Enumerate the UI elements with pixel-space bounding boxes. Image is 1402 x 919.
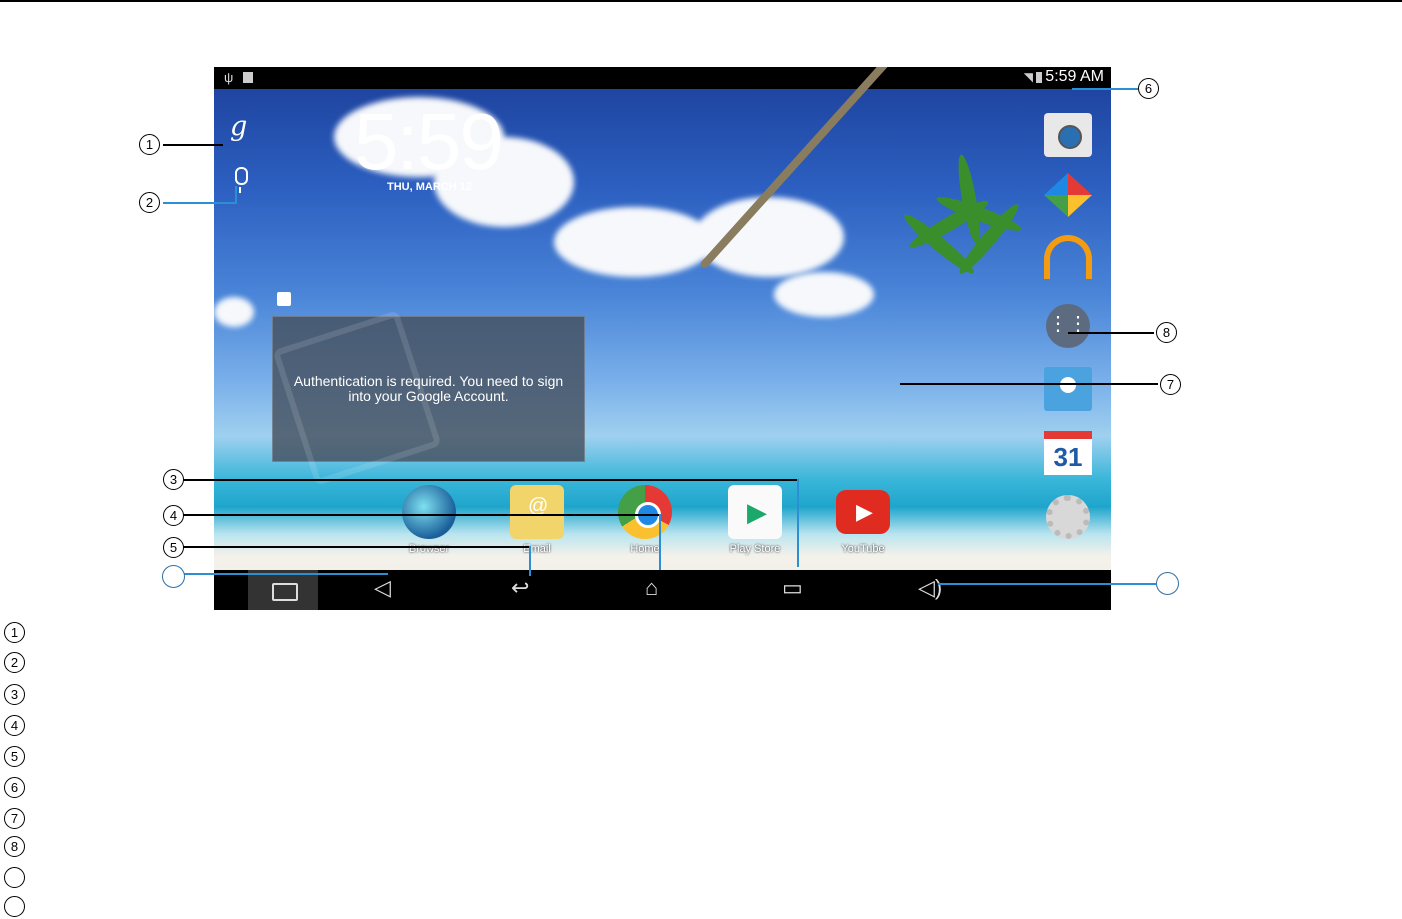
callout-line-1 <box>163 144 223 146</box>
legend-marker-3: 3 <box>4 684 25 705</box>
callout-line-5 <box>529 546 531 576</box>
callout-line-blank-left <box>183 573 388 575</box>
music-headphones-icon[interactable] <box>1044 235 1092 279</box>
palm-tree-fronds <box>864 153 1054 287</box>
callout-line-3 <box>183 479 798 481</box>
dock-app-browser[interactable]: Browser <box>394 485 464 555</box>
recent-apps-button[interactable]: ▭ <box>782 575 803 601</box>
camera-icon[interactable] <box>1044 113 1092 157</box>
callout-8: 8 <box>1156 322 1177 343</box>
play-store-widget-icon <box>277 292 291 306</box>
dock-app-label: Play Store <box>729 543 781 555</box>
callout-line-7 <box>900 383 1158 385</box>
legend-marker-blank <box>4 896 25 917</box>
callout-1: 1 <box>139 134 160 155</box>
legend-marker-8: 8 <box>4 836 25 857</box>
cloud <box>554 207 714 277</box>
app-drawer-icon[interactable]: ⋮⋮ <box>1046 304 1090 348</box>
legend-marker-1: 1 <box>4 622 25 643</box>
volume-down-button[interactable]: ◁ <box>374 575 391 601</box>
status-time: 5:59 AM <box>1045 68 1104 85</box>
callout-line-2 <box>235 186 237 203</box>
legend-marker-4: 4 <box>4 715 25 736</box>
screenshot-button[interactable] <box>248 570 318 610</box>
callout-line-3 <box>797 479 799 567</box>
legend-marker-7: 7 <box>4 808 25 829</box>
callout-4: 4 <box>163 505 184 526</box>
youtube-icon: ▶ <box>836 490 890 534</box>
volume-up-button[interactable]: ◁) <box>918 575 942 601</box>
clock-widget-date: THU, MARCH 12 <box>387 181 472 193</box>
callout-line-4 <box>659 514 661 570</box>
dock-app-label: Email <box>523 543 551 555</box>
callout-blank-left <box>162 565 185 588</box>
callout-2: 2 <box>139 192 160 213</box>
cloud <box>214 297 254 327</box>
page-top-rule <box>0 0 1402 2</box>
dock-app-label: Home <box>630 543 660 555</box>
callout-3: 3 <box>163 469 184 490</box>
callout-line-4 <box>183 514 661 516</box>
wifi-icon: ◥ <box>1023 70 1033 84</box>
chrome-icon <box>618 485 672 539</box>
home-button[interactable]: ⌂ <box>645 575 658 601</box>
callout-line-5 <box>183 546 531 548</box>
callout-line-blank-right <box>938 583 1156 585</box>
battery-icon <box>1036 72 1042 83</box>
play-store-icon: ▶ <box>728 485 782 539</box>
legend-marker-6: 6 <box>4 777 25 798</box>
status-bar: ψ ◥ 5:59 AM <box>214 67 1111 89</box>
callout-7: 7 <box>1160 374 1181 395</box>
tablet-home-screen: ψ ◥ 5:59 AM g 5:59 THU, MARCH 12 Authent… <box>214 67 1111 610</box>
clock-widget-time[interactable]: 5:59 <box>354 102 504 182</box>
callout-line-6 <box>1072 88 1138 90</box>
callout-blank-right <box>1156 572 1179 595</box>
dock-app-play-store[interactable]: ▶ Play Store <box>720 485 790 555</box>
callout-5: 5 <box>163 537 184 558</box>
dock-app-label: Browser <box>408 543 450 555</box>
calendar-icon[interactable]: 31 <box>1044 431 1092 475</box>
dock-app-youtube[interactable]: ▶ YouTube <box>828 485 898 555</box>
lock-icon <box>272 310 442 486</box>
contacts-icon[interactable] <box>1044 367 1092 411</box>
dock-app-home[interactable]: Home <box>610 485 680 555</box>
email-icon: @ <box>510 485 564 539</box>
legend-marker-5: 5 <box>4 746 25 767</box>
globe-icon <box>402 485 456 539</box>
callout-line-2 <box>163 202 237 204</box>
callout-line-8 <box>1068 332 1154 334</box>
legend-marker-blank <box>4 867 25 888</box>
usb-icon: ψ <box>224 70 234 85</box>
callout-6: 6 <box>1138 78 1159 99</box>
legend-marker-2: 2 <box>4 652 25 673</box>
notification-icon <box>243 72 253 83</box>
navigation-bar: ◁ ↩ ⌂ ▭ ◁) <box>214 570 1111 610</box>
voice-search-mic-icon[interactable] <box>235 167 248 193</box>
cloud <box>774 272 874 317</box>
google-search-button[interactable]: g <box>230 111 247 142</box>
dock-app-email[interactable]: @ Email <box>502 485 572 555</box>
dock-app-label: YouTube <box>841 543 885 555</box>
back-button[interactable]: ↩ <box>511 575 529 601</box>
settings-gear-icon[interactable] <box>1046 495 1090 539</box>
cloud <box>694 197 844 277</box>
auth-required-widget[interactable]: Authentication is required. You need to … <box>272 310 585 486</box>
